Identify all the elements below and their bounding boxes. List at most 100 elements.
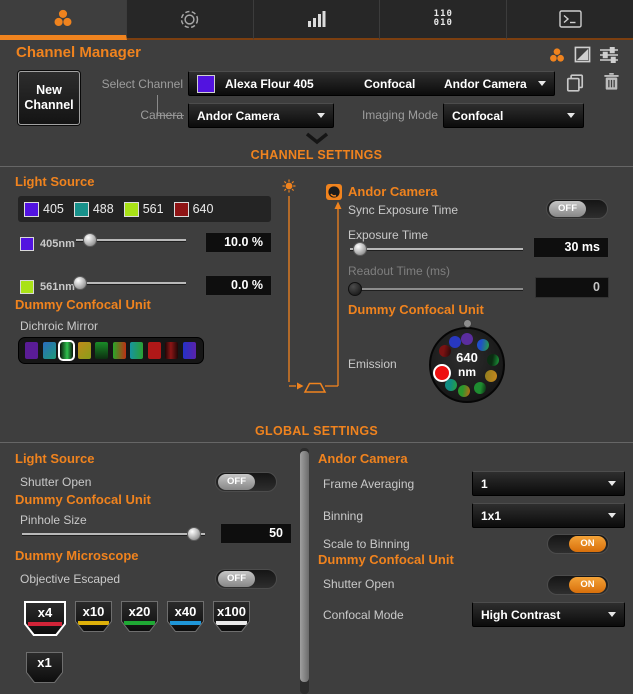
laser-wavelength-label: 488 bbox=[93, 202, 114, 216]
collapse-chevron-icon[interactable] bbox=[303, 132, 331, 145]
dichroic-mirror-option[interactable] bbox=[95, 342, 108, 359]
objective-color-stripe bbox=[170, 621, 201, 625]
dichroic-mirror-option[interactable] bbox=[183, 342, 196, 359]
slider-handle bbox=[348, 282, 362, 296]
objective-button[interactable]: x4 bbox=[24, 601, 66, 636]
channels-icon bbox=[52, 7, 74, 29]
dichroic-mirror-option[interactable] bbox=[78, 342, 91, 359]
confocal-unit-heading: Dummy Confocal Unit bbox=[15, 297, 151, 312]
emission-filter-dot[interactable] bbox=[433, 364, 451, 382]
terminal-icon bbox=[559, 10, 582, 29]
pinhole-size-slider[interactable] bbox=[22, 527, 205, 541]
select-channel-dropdown[interactable]: Alexa Flour 405 Confocal Andor Camera bbox=[188, 71, 555, 96]
binning-dropdown[interactable]: 1x1 bbox=[472, 503, 625, 528]
duplicate-channel-icon[interactable] bbox=[565, 73, 585, 98]
delete-channel-icon[interactable] bbox=[603, 72, 620, 96]
emission-filter-dot[interactable] bbox=[449, 336, 461, 348]
emission-filter-dot[interactable] bbox=[458, 385, 470, 397]
pinhole-size-value[interactable]: 50 bbox=[220, 523, 292, 544]
arrow-right-icon bbox=[297, 383, 304, 390]
objective-color-stripe bbox=[216, 621, 247, 625]
emission-filter-dot[interactable] bbox=[485, 370, 497, 382]
slider-handle[interactable] bbox=[73, 276, 87, 290]
laser-561-value[interactable]: 0.0 % bbox=[205, 275, 272, 296]
laser-color-swatch bbox=[174, 202, 189, 217]
slider-handle[interactable] bbox=[83, 233, 97, 247]
shutter-open-toggle[interactable]: OFF bbox=[215, 472, 277, 492]
laser-wavelength-label: 561 bbox=[143, 202, 164, 216]
objective-color-stripe bbox=[28, 622, 62, 626]
emission-filter-dot[interactable] bbox=[487, 354, 499, 366]
pinhole-size-label: Pinhole Size bbox=[20, 513, 87, 527]
objective-escaped-label: Objective Escaped bbox=[20, 572, 120, 586]
laser-405-slider[interactable] bbox=[76, 233, 186, 247]
contrast-icon[interactable] bbox=[574, 46, 591, 68]
camera-icon bbox=[326, 184, 342, 200]
readout-time-label: Readout Time (ms) bbox=[348, 264, 450, 278]
settings-sliders-icon[interactable] bbox=[600, 47, 618, 68]
sync-exposure-label: Sync Exposure Time bbox=[348, 203, 458, 217]
laser-chip[interactable]: 405 bbox=[24, 202, 64, 217]
objective-button[interactable]: x100 bbox=[213, 601, 250, 632]
camera-shutter-toggle[interactable]: ON bbox=[547, 575, 609, 595]
exposure-time-slider[interactable] bbox=[350, 242, 523, 256]
dichroic-mirror-option[interactable] bbox=[165, 342, 178, 359]
laser-405-label: 405nm bbox=[40, 238, 75, 250]
emission-label: Emission bbox=[348, 357, 397, 371]
chevron-down-icon bbox=[608, 481, 616, 486]
laser-chip[interactable]: 640 bbox=[174, 202, 214, 217]
slider-handle[interactable] bbox=[353, 242, 367, 256]
emission-section-heading: Dummy Confocal Unit bbox=[348, 302, 484, 317]
objective-lens-icon bbox=[305, 384, 325, 393]
global-settings-title: GLOBAL SETTINGS bbox=[0, 424, 633, 438]
objective-button[interactable]: x20 bbox=[121, 601, 158, 632]
laser-wavelength-label: 405 bbox=[43, 202, 64, 216]
camera-dropdown[interactable]: Andor Camera bbox=[188, 103, 334, 128]
objective-button[interactable]: x10 bbox=[75, 601, 112, 632]
slider-handle[interactable] bbox=[187, 527, 201, 541]
emission-filter-dot[interactable] bbox=[474, 382, 486, 394]
camera-confocal-heading: Dummy Confocal Unit bbox=[318, 552, 454, 567]
dichroic-mirror-option[interactable] bbox=[60, 342, 73, 359]
tab-acquisition[interactable] bbox=[127, 0, 254, 40]
emission-filter-dot[interactable] bbox=[439, 345, 451, 357]
light-source-heading: Light Source bbox=[15, 174, 94, 189]
dichroic-mirror-option[interactable] bbox=[113, 342, 126, 359]
laser-wavelength-label: 640 bbox=[193, 202, 214, 216]
confocal-mode-dropdown[interactable]: High Contrast bbox=[472, 602, 625, 627]
frame-averaging-dropdown[interactable]: 1 bbox=[472, 471, 625, 496]
objective-escaped-toggle[interactable]: OFF bbox=[215, 569, 277, 589]
objective-row-2: x1 bbox=[26, 652, 63, 683]
laser-561-slider[interactable] bbox=[76, 276, 186, 290]
exposure-time-value[interactable]: 30 ms bbox=[533, 237, 609, 258]
laser-561-swatch bbox=[20, 280, 34, 294]
imaging-mode-dropdown[interactable]: Confocal bbox=[443, 103, 584, 128]
dichroic-mirror-option[interactable] bbox=[130, 342, 143, 359]
tab-binary-data[interactable]: 110010 bbox=[380, 0, 507, 40]
channels-header-icon[interactable] bbox=[548, 46, 566, 69]
emission-filter-dot[interactable] bbox=[477, 339, 489, 351]
dichroic-mirror-bar bbox=[18, 337, 204, 364]
dichroic-mirror-option[interactable] bbox=[43, 342, 56, 359]
tab-histogram[interactable] bbox=[254, 0, 381, 40]
laser-color-swatch bbox=[24, 202, 39, 217]
laser-chip[interactable]: 561 bbox=[124, 202, 164, 217]
emission-filter-dot[interactable] bbox=[461, 333, 473, 345]
sync-exposure-toggle[interactable]: OFF bbox=[546, 199, 608, 219]
tab-channels[interactable] bbox=[0, 0, 127, 40]
laser-405-value[interactable]: 10.0 % bbox=[205, 232, 272, 253]
frame-averaging-label: Frame Averaging bbox=[323, 477, 414, 491]
tab-terminal[interactable] bbox=[507, 0, 633, 40]
objective-button[interactable]: x40 bbox=[167, 601, 204, 632]
dichroic-mirror-option[interactable] bbox=[25, 342, 38, 359]
objective-button[interactable]: x1 bbox=[26, 652, 63, 683]
scrollbar-thumb[interactable] bbox=[300, 451, 309, 682]
emission-wheel[interactable]: 640 nm bbox=[429, 327, 505, 403]
binary-data-icon: 110010 bbox=[434, 10, 453, 28]
laser-405-swatch bbox=[20, 237, 34, 251]
histogram-icon bbox=[306, 10, 326, 28]
laser-chip[interactable]: 488 bbox=[74, 202, 114, 217]
dichroic-mirror-option[interactable] bbox=[148, 342, 161, 359]
global-camera-heading: Andor Camera bbox=[318, 451, 408, 466]
scale-to-binning-toggle[interactable]: ON bbox=[547, 534, 609, 554]
